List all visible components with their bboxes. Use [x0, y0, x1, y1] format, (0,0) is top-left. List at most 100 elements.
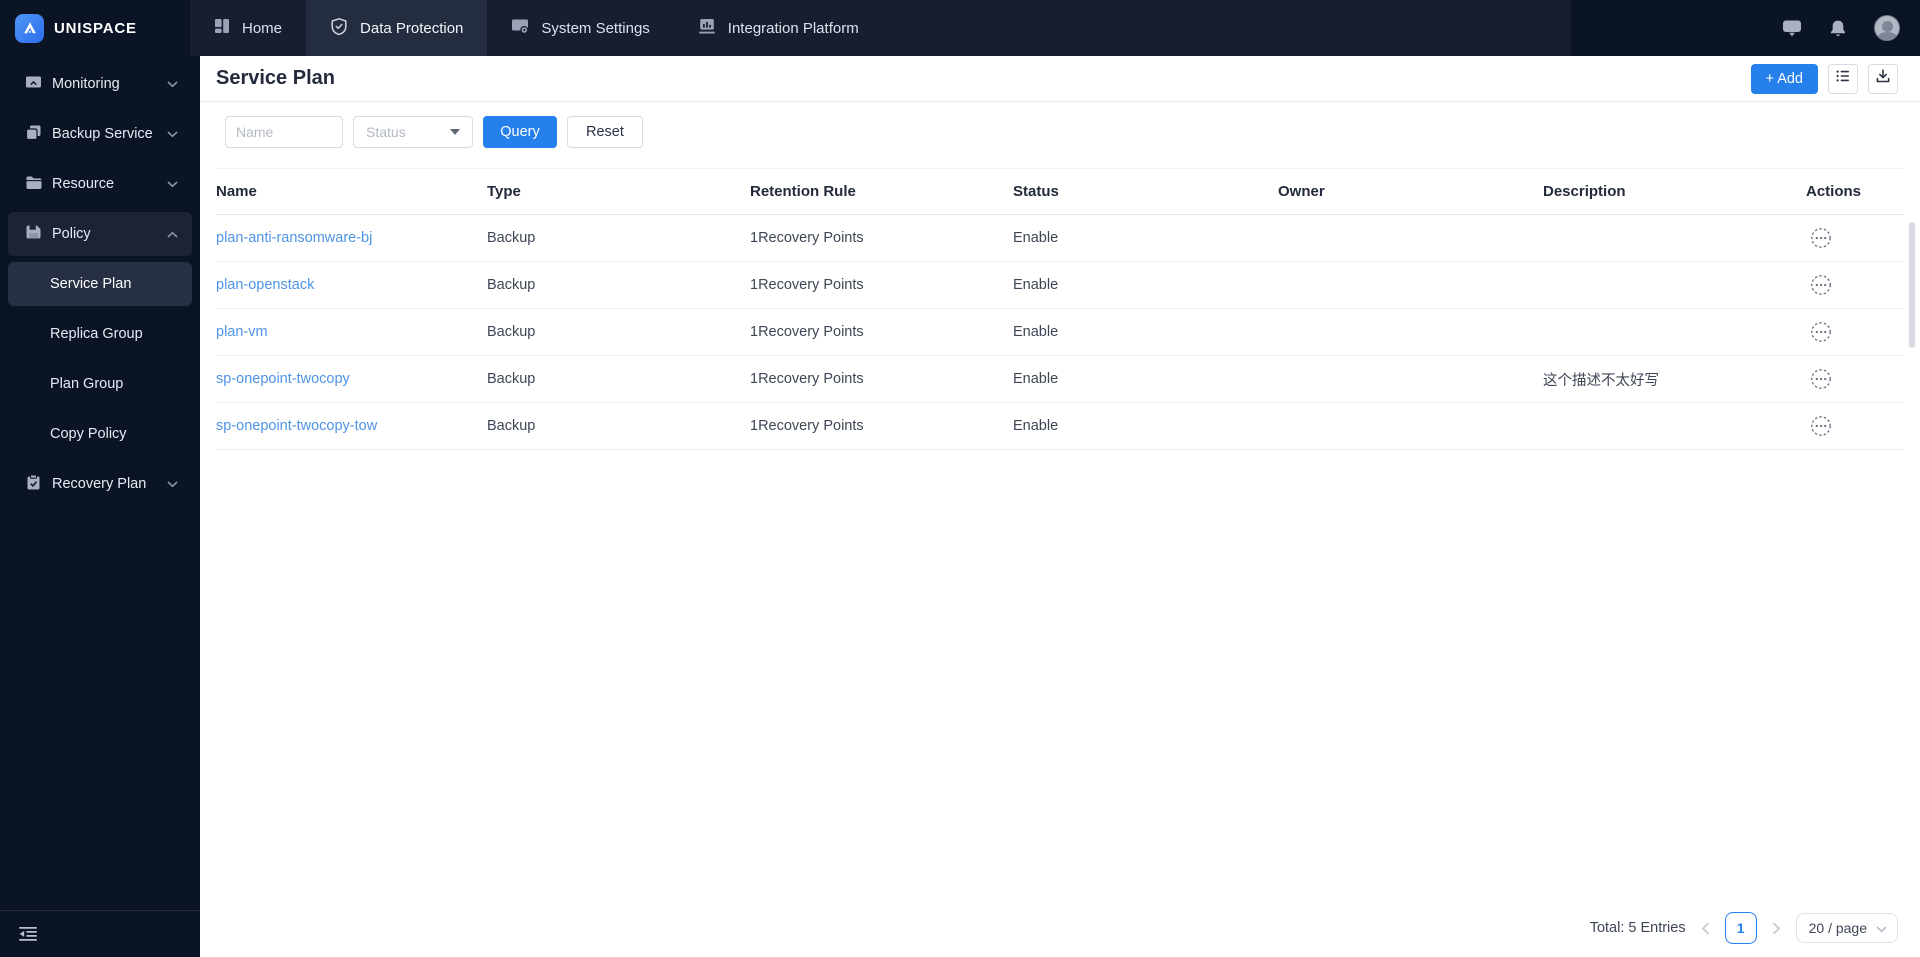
cell-type: Backup [487, 371, 536, 387]
status-select-value: Status [366, 124, 406, 140]
cell-status: Enable [1013, 277, 1059, 293]
cell-type: Backup [487, 277, 536, 293]
column-header-owner: Owner [1278, 183, 1325, 200]
filter-row: Status Query Reset [200, 102, 1920, 148]
collapse-sidebar-icon[interactable] [18, 926, 38, 942]
bar-chart-board-icon [698, 18, 716, 39]
sidebar: Monitoring Backup Service Resource Polic… [0, 56, 200, 957]
column-header-status: Status [1013, 183, 1059, 200]
avatar-head [1882, 21, 1893, 32]
plan-name-link[interactable]: plan-openstack [216, 277, 487, 293]
table-row: plan-anti-ransomware-bj Backup 1Recovery… [216, 215, 1904, 262]
cell-type: Backup [487, 324, 536, 340]
plan-name-link[interactable]: plan-vm [216, 324, 487, 340]
caret-down-icon [450, 129, 460, 135]
sidebar-item-label: Policy [52, 226, 91, 242]
reset-button[interactable]: Reset [567, 116, 643, 148]
tab-label: Data Protection [360, 19, 464, 37]
pagination-total: Total: 5 Entries [1589, 920, 1686, 936]
column-header-actions: Actions [1806, 183, 1862, 200]
message-icon[interactable] [1782, 19, 1802, 37]
cell-status: Enable [1013, 371, 1059, 387]
sidebar-item-service-plan[interactable]: Service Plan [0, 262, 200, 310]
topbar-right [1571, 0, 1920, 56]
bell-icon[interactable] [1829, 19, 1847, 38]
clipboard-check-icon [25, 473, 42, 495]
sidebar-item-resource[interactable]: Resource [0, 162, 200, 210]
sidebar-item-copy-policy[interactable]: Copy Policy [0, 412, 200, 460]
unispace-logo-icon [15, 13, 44, 43]
page-title: Service Plan [216, 67, 335, 89]
cell-status: Enable [1013, 230, 1059, 246]
list-icon [1835, 68, 1851, 89]
row-more-actions-icon[interactable] [1810, 321, 1904, 343]
name-filter-input[interactable] [225, 116, 343, 148]
download-icon [1875, 68, 1891, 89]
cell-type: Backup [487, 418, 536, 434]
cell-retention: 1Recovery Points [750, 371, 864, 387]
sidebar-item-label: Monitoring [52, 76, 120, 92]
sidebar-item-policy[interactable]: Policy [0, 212, 200, 260]
copy-layers-icon [25, 124, 42, 145]
chevron-down-icon [1876, 920, 1887, 936]
monitor-icon [25, 75, 42, 94]
page-number-button[interactable]: 1 [1724, 912, 1757, 944]
main-content: Service Plan + Add Status Query Reset [200, 56, 1920, 957]
column-settings-button[interactable] [1828, 63, 1858, 94]
column-header-type: Type [487, 183, 521, 200]
tab-label: Integration Platform [727, 19, 859, 37]
sidebar-item-label: Resource [52, 176, 115, 192]
cell-retention: 1Recovery Points [750, 230, 864, 246]
tab-home[interactable]: Home [190, 0, 306, 56]
topbar: UNISPACE Home Data Protection System Set… [0, 0, 1920, 56]
plan-name-link[interactable]: plan-anti-ransomware-bj [216, 230, 487, 246]
brand: UNISPACE [0, 0, 190, 56]
page-size-select[interactable]: 20 / page [1795, 913, 1898, 943]
sidebar-footer [0, 910, 200, 957]
save-inbox-icon [25, 224, 42, 244]
sidebar-item-replica-group[interactable]: Replica Group [0, 312, 200, 360]
row-more-actions-icon[interactable] [1810, 368, 1904, 390]
status-filter-select[interactable]: Status [353, 116, 473, 148]
chevron-down-icon [167, 76, 178, 92]
cell-status: Enable [1013, 324, 1059, 340]
sidebar-item-monitoring[interactable]: Monitoring [0, 62, 200, 110]
table-header-row: Name Type Retention Rule Status Owner De… [216, 168, 1904, 215]
sidebar-item-recovery-plan[interactable]: Recovery Plan [0, 462, 200, 510]
tab-system-settings[interactable]: System Settings [487, 0, 673, 56]
row-more-actions-icon[interactable] [1810, 227, 1904, 249]
table-row: plan-vm Backup 1Recovery Points Enable [216, 309, 1904, 356]
user-avatar[interactable] [1874, 15, 1900, 41]
plan-name-link[interactable]: sp-onepoint-twocopy [216, 371, 487, 387]
home-icon [214, 18, 230, 38]
chevron-up-icon [167, 226, 178, 242]
plan-name-link[interactable]: sp-onepoint-twocopy-tow [216, 418, 487, 434]
sidebar-item-backup-service[interactable]: Backup Service [0, 112, 200, 160]
table-row: sp-onepoint-twocopy Backup 1Recovery Poi… [216, 356, 1904, 403]
vertical-scrollbar-thumb[interactable] [1909, 222, 1915, 348]
sidebar-menu: Monitoring Backup Service Resource Polic… [0, 56, 200, 510]
cell-description: 这个描述不太好写 [1543, 372, 1659, 389]
column-header-description: Description [1543, 183, 1626, 200]
sidebar-item-plan-group[interactable]: Plan Group [0, 362, 200, 410]
tab-label: Home [242, 19, 283, 37]
previous-page-icon[interactable] [1701, 922, 1710, 935]
brand-name: UNISPACE [54, 19, 137, 37]
tab-integration-platform[interactable]: Integration Platform [674, 0, 883, 56]
next-page-icon[interactable] [1772, 922, 1781, 935]
tab-data-protection[interactable]: Data Protection [306, 0, 488, 56]
row-more-actions-icon[interactable] [1810, 415, 1904, 437]
chevron-down-icon [167, 176, 178, 192]
row-more-actions-icon[interactable] [1810, 274, 1904, 296]
export-button[interactable] [1868, 63, 1898, 94]
pagination: Total: 5 Entries 1 20 / page [1590, 912, 1898, 944]
tab-label: System Settings [541, 19, 650, 37]
column-header-name: Name [216, 183, 257, 200]
folder-icon [25, 175, 42, 194]
add-button[interactable]: + Add [1750, 63, 1818, 94]
query-button[interactable]: Query [483, 116, 557, 148]
cell-type: Backup [487, 230, 536, 246]
service-plan-table: Name Type Retention Rule Status Owner De… [216, 168, 1904, 450]
cell-retention: 1Recovery Points [750, 277, 864, 293]
avatar-body [1877, 32, 1898, 40]
